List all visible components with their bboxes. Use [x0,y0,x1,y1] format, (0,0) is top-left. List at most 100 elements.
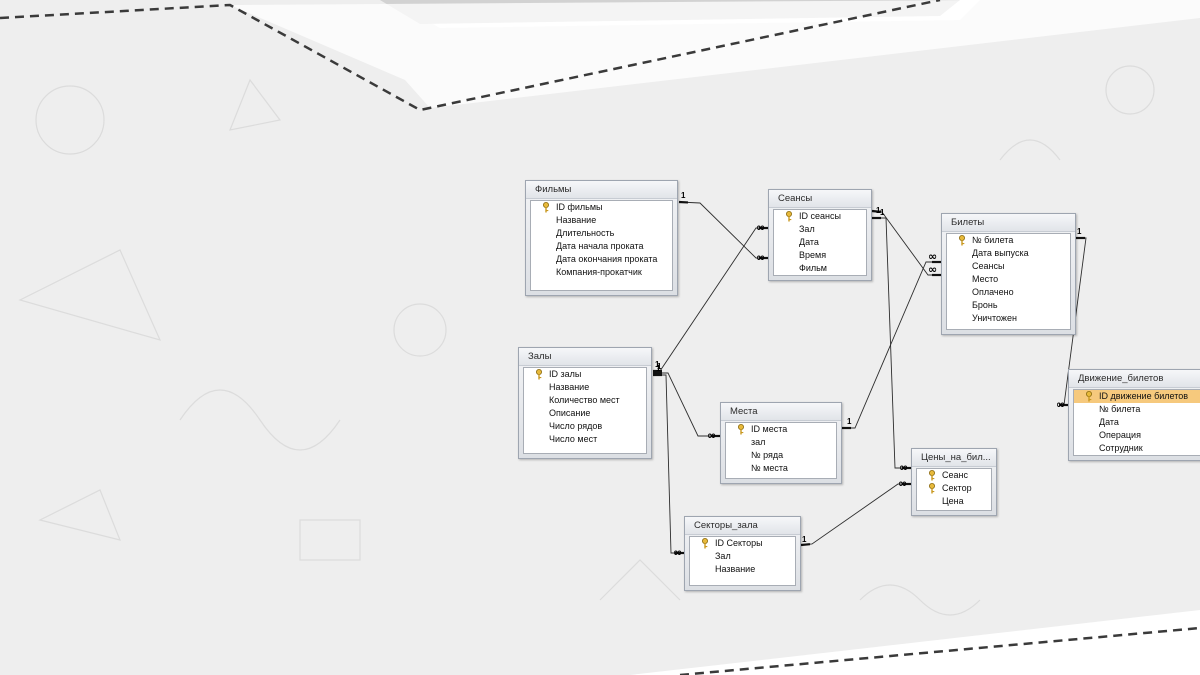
table-title: Фильмы [526,181,677,199]
table-field[interactable]: Дата [1074,416,1200,429]
field-name: Дата окончания проката [556,254,658,264]
field-list: ID места зал № ряда № места [725,422,837,479]
field-name: Фильм [799,263,827,273]
table-field[interactable]: Число рядов [524,420,646,433]
table-field[interactable]: Компания-прокатчик [531,266,672,279]
field-name: Сеансы [972,261,1005,271]
field-name: Дата [1099,417,1119,427]
table-field[interactable]: Дата окончания проката [531,253,672,266]
table-seats[interactable]: Места ID места зал № ряда № места [720,402,842,484]
primary-key-field[interactable]: ID залы [524,368,646,381]
table-hall-sectors[interactable]: Секторы_зала ID Секторы Зал Название [684,516,801,591]
table-field[interactable]: Место [947,273,1070,286]
table-field[interactable]: Уничтожен [947,312,1070,325]
field-name: Длительность [556,228,615,238]
table-field[interactable]: Сотрудник [1074,442,1200,455]
field-name: ID фильмы [556,202,603,212]
table-ticket-prices[interactable]: Цены_на_бил... Сеанс Сектор Цена [911,448,997,516]
field-list: ID сеансы Зал Дата Время Фильм [773,209,867,276]
primary-key-field[interactable]: ID движение билетов [1074,390,1200,403]
primary-key-field[interactable]: ID места [726,423,836,436]
table-title: Цены_на_бил... [912,449,996,467]
primary-key-field[interactable]: Сектор [917,482,991,495]
field-name: Сотрудник [1099,443,1143,453]
field-name: Дата выпуска [972,248,1029,258]
table-halls[interactable]: Залы ID залы Название Количество мест Описа… [518,347,652,459]
field-name: Число рядов [549,421,603,431]
background-doodles [18,65,1155,616]
table-field[interactable]: Дата [774,236,866,249]
field-name: Место [972,274,999,284]
field-list: № билета Дата выпуска Сеансы Место Оплачено Б… [946,233,1071,330]
field-name: зал [751,437,766,447]
table-field[interactable]: Цена [917,495,991,508]
key-icon [738,424,744,435]
field-list: Сеанс Сектор Цена [916,468,992,511]
table-field[interactable]: Описание [524,407,646,420]
top-white-strip [230,0,1200,108]
table-field[interactable]: Время [774,249,866,262]
table-field[interactable]: Сеансы [947,260,1070,273]
field-name: Оплачено [972,287,1014,297]
key-icon [543,202,549,213]
field-name: Название [715,564,756,574]
table-field[interactable]: Название [524,381,646,394]
field-name: Время [799,250,827,260]
table-films[interactable]: Фильмы ID фильмы Название Длительность Дата… [525,180,678,296]
bottom-white-strip [630,610,1200,675]
table-field[interactable]: Название [531,214,672,227]
field-name: № места [751,463,788,473]
table-title: Билеты [942,214,1075,232]
key-icon [536,369,542,380]
key-icon [1086,391,1092,402]
table-ticket-movement[interactable]: Движение_билетов ID движение билетов № би… [1068,369,1200,461]
table-field[interactable]: Операция [1074,429,1200,442]
key-icon [786,211,792,222]
primary-key-field[interactable]: № билета [947,234,1070,247]
primary-key-field[interactable]: ID фильмы [531,201,672,214]
table-field[interactable]: Зал [774,223,866,236]
field-name: Цена [942,496,964,506]
primary-key-field[interactable]: ID Секторы [690,537,795,550]
field-list: ID фильмы Название Длительность Дата начала… [530,200,673,291]
table-field[interactable]: Фильм [774,262,866,275]
field-name: ID места [751,424,788,434]
field-name: № ряда [751,450,784,460]
primary-key-field[interactable]: Сеанс [917,469,991,482]
field-name: Количество мест [549,395,620,405]
field-name: ID залы [549,369,582,379]
field-name: Сектор [942,483,972,493]
field-name: ID сеансы [799,211,841,221]
table-title: Места [721,403,841,421]
field-name: Компания-прокатчик [556,267,642,277]
table-field[interactable]: № места [726,462,836,475]
table-field[interactable]: Бронь [947,299,1070,312]
field-name: ID Секторы [715,538,763,548]
field-name: Уничтожен [972,313,1017,323]
table-field[interactable]: Число мест [524,433,646,446]
table-field[interactable]: Дата выпуска [947,247,1070,260]
field-name: Дата [799,237,819,247]
field-name: Бронь [972,300,998,310]
table-sessions[interactable]: Сеансы ID сеансы Зал Дата Время Фильм [768,189,872,281]
key-icon [929,483,935,494]
key-icon [959,235,965,246]
table-tickets[interactable]: Билеты № билета Дата выпуска Сеансы Место Оп… [941,213,1076,335]
table-field[interactable]: Зал [690,550,795,563]
field-name: № билета [972,235,1014,245]
table-field[interactable]: № билета [1074,403,1200,416]
table-field[interactable]: Количество мест [524,394,646,407]
key-icon [702,538,708,549]
table-title: Движение_билетов [1069,370,1200,388]
table-field[interactable]: Длительность [531,227,672,240]
table-field[interactable]: Название [690,563,795,576]
table-field[interactable]: № ряда [726,449,836,462]
field-name: Операция [1099,430,1141,440]
table-field[interactable]: Дата начала проката [531,240,672,253]
table-field[interactable]: Оплачено [947,286,1070,299]
table-title: Секторы_зала [685,517,800,535]
table-title: Залы [519,348,651,366]
field-name: Зал [799,224,815,234]
table-field[interactable]: зал [726,436,836,449]
primary-key-field[interactable]: ID сеансы [774,210,866,223]
